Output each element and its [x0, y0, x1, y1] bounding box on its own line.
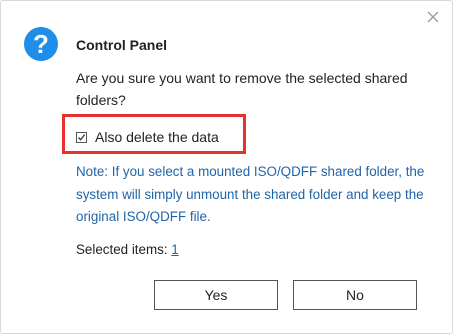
selected-items-label: Selected items: — [76, 242, 172, 257]
no-button[interactable]: No — [293, 280, 417, 310]
selected-items: Selected items: 1 — [76, 242, 179, 257]
question-icon: ? — [24, 27, 58, 61]
dialog-title: Control Panel — [76, 37, 168, 53]
confirmation-question: Are you sure you want to remove the sele… — [76, 70, 408, 108]
delete-data-checkbox[interactable] — [76, 131, 87, 143]
close-icon — [427, 11, 439, 23]
delete-data-checkbox-label[interactable]: Also delete the data — [95, 129, 219, 145]
note-text: Note: If you select a mounted ISO/QDFF s… — [76, 164, 425, 224]
selected-items-count-link[interactable]: 1 — [171, 242, 178, 257]
confirm-remove-dialog: ? Control Panel Are you sure you want to… — [0, 0, 453, 334]
delete-data-checkbox-row[interactable]: Also delete the data — [76, 127, 219, 147]
close-button[interactable] — [425, 9, 441, 25]
checkmark-icon — [78, 133, 86, 141]
yes-button[interactable]: Yes — [154, 280, 278, 310]
